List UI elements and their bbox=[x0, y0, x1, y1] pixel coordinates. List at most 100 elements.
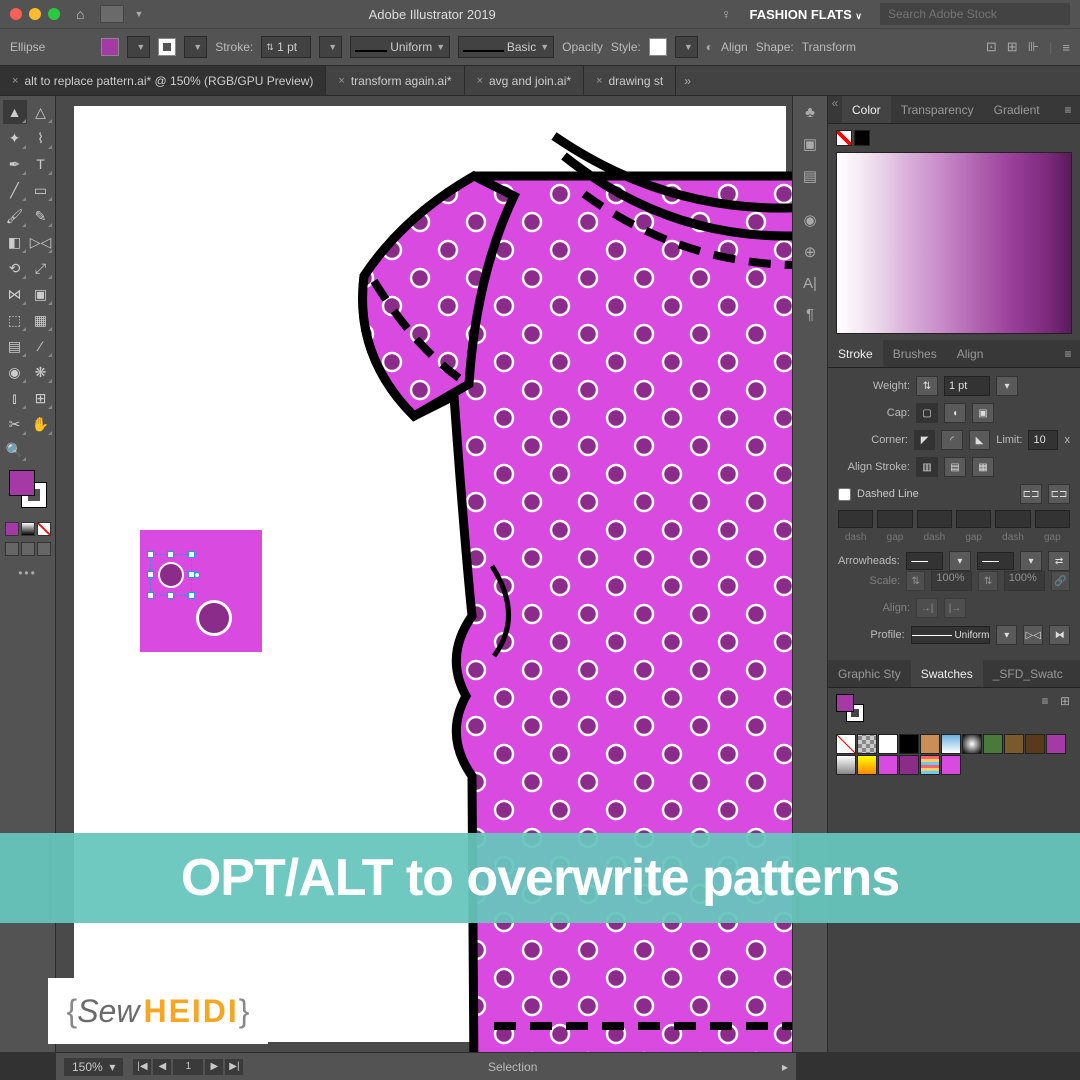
swatch[interactable] bbox=[920, 755, 940, 775]
home-icon[interactable]: ⌂ bbox=[76, 6, 84, 22]
arrange-documents[interactable] bbox=[100, 5, 124, 23]
tab-sfd-swatches[interactable]: _SFD_Swatc bbox=[983, 660, 1073, 687]
swatch[interactable] bbox=[836, 734, 856, 754]
panel-menu-icon[interactable]: ≡ bbox=[1056, 96, 1080, 123]
anchor-point[interactable] bbox=[194, 572, 200, 578]
align-pixel-icon[interactable]: ⊞ bbox=[1007, 39, 1018, 55]
flip-across[interactable]: ⧓ bbox=[1049, 625, 1070, 645]
color-none-swatch[interactable] bbox=[836, 130, 852, 146]
free-transform-tool[interactable]: ▣ bbox=[29, 282, 53, 306]
align-label[interactable]: Align bbox=[721, 40, 748, 54]
weight-stepper[interactable]: ⇅ bbox=[916, 376, 938, 396]
stroke-weight-stepper[interactable]: ⇅ 1 pt bbox=[261, 36, 311, 58]
style-dropdown[interactable]: ▼ bbox=[675, 36, 698, 58]
rotate-tool[interactable]: ⟲ bbox=[3, 256, 27, 280]
recolor-icon[interactable]: ◐ bbox=[706, 40, 713, 54]
weight-caret[interactable]: ▾ bbox=[996, 376, 1018, 396]
swatch[interactable] bbox=[878, 755, 898, 775]
flip-along[interactable]: ▷◁ bbox=[1023, 625, 1044, 645]
graphic-style[interactable] bbox=[649, 38, 667, 56]
dash-input[interactable] bbox=[838, 510, 873, 528]
color-black-swatch[interactable] bbox=[854, 130, 870, 146]
snap-icon[interactable]: ⊪ bbox=[1028, 39, 1039, 55]
swatch[interactable] bbox=[899, 755, 919, 775]
paragraph-icon[interactable]: ¶ bbox=[806, 306, 814, 323]
swatch[interactable] bbox=[941, 755, 961, 775]
swatch[interactable] bbox=[983, 734, 1003, 754]
pathfinder-icon[interactable]: ⊕ bbox=[804, 243, 817, 261]
tab-graphic-styles[interactable]: Graphic Sty bbox=[828, 660, 911, 687]
weight-input[interactable] bbox=[944, 376, 990, 396]
layout-caret[interactable]: ▼ bbox=[134, 9, 143, 19]
swatch[interactable] bbox=[920, 734, 940, 754]
swatch-fillstroke[interactable] bbox=[836, 694, 864, 722]
rectangle-tool[interactable]: ▭ bbox=[29, 178, 53, 202]
transform-label[interactable]: Transform bbox=[802, 40, 856, 54]
limit-input[interactable] bbox=[1028, 430, 1058, 450]
column-graph-tool[interactable]: ⫾ bbox=[3, 386, 27, 410]
layers-icon[interactable]: ▤ bbox=[803, 167, 817, 185]
color-mode-none[interactable] bbox=[37, 522, 51, 536]
swatch[interactable] bbox=[857, 755, 877, 775]
cap-round[interactable]: ◖ bbox=[944, 403, 966, 423]
tabs-overflow[interactable]: » bbox=[676, 74, 699, 88]
variable-width-profile[interactable]: Uniform▼ bbox=[350, 36, 450, 58]
first-artboard[interactable]: |◀ bbox=[133, 1059, 151, 1075]
dash-align[interactable]: ⊏⊐ bbox=[1048, 484, 1070, 504]
artboard-number[interactable]: 1 bbox=[173, 1059, 203, 1075]
eyedropper-tool[interactable]: ⁄ bbox=[29, 334, 53, 358]
fill-color[interactable] bbox=[101, 38, 119, 56]
magic-wand-tool[interactable]: ✦ bbox=[3, 126, 27, 150]
tab-transparency[interactable]: Transparency bbox=[891, 96, 984, 123]
brush-definition[interactable]: Basic▼ bbox=[458, 36, 554, 58]
type-tool[interactable]: T bbox=[29, 152, 53, 176]
paintbrush-tool[interactable]: 🖌 bbox=[3, 204, 27, 228]
grid-view-icon[interactable]: ⊞ bbox=[1058, 694, 1072, 708]
toolbox-more[interactable]: ••• bbox=[18, 566, 37, 580]
corner-miter[interactable]: ◤ bbox=[914, 430, 935, 450]
width-tool[interactable]: ⋈ bbox=[3, 282, 27, 306]
appearance-icon[interactable]: ◉ bbox=[803, 211, 816, 229]
doc-tab[interactable]: ×avg and join.ai* bbox=[465, 66, 585, 95]
swatch[interactable] bbox=[857, 734, 877, 754]
gap-input[interactable] bbox=[877, 510, 912, 528]
shape-builder-tool[interactable]: ⬚ bbox=[3, 308, 27, 332]
prev-artboard[interactable]: ◀ bbox=[153, 1059, 171, 1075]
swatch[interactable] bbox=[962, 734, 982, 754]
tab-color[interactable]: Color bbox=[842, 96, 891, 123]
profile-select[interactable]: Uniform bbox=[911, 626, 991, 644]
arrow-start[interactable] bbox=[906, 552, 943, 570]
symbol-sprayer-tool[interactable]: ❋ bbox=[29, 360, 53, 384]
character-icon[interactable]: A| bbox=[803, 275, 817, 292]
close-tab-icon[interactable]: × bbox=[338, 75, 344, 87]
cap-butt[interactable]: ▢ bbox=[916, 403, 938, 423]
gap-input[interactable] bbox=[956, 510, 991, 528]
align-center[interactable]: ▥ bbox=[916, 457, 938, 477]
swap-arrows[interactable]: ⇄ bbox=[1048, 551, 1070, 571]
close-tab-icon[interactable]: × bbox=[12, 75, 18, 87]
pencil-tool[interactable]: ✎ bbox=[29, 204, 53, 228]
fill-stroke-swatch[interactable] bbox=[9, 470, 47, 508]
tab-gradient[interactable]: Gradient bbox=[984, 96, 1050, 123]
tab-swatches[interactable]: Swatches bbox=[911, 660, 983, 687]
doc-tab-active[interactable]: ×alt to replace pattern.ai* @ 150% (RGB/… bbox=[0, 66, 326, 95]
stroke-dropdown[interactable]: ▼ bbox=[184, 36, 207, 58]
list-view-icon[interactable]: ≡ bbox=[1038, 694, 1052, 708]
lasso-tool[interactable]: ⌇ bbox=[29, 126, 53, 150]
slice-tool[interactable]: ✂ bbox=[3, 412, 27, 436]
blend-tool[interactable]: ◉ bbox=[3, 360, 27, 384]
color-mode-solid[interactable] bbox=[5, 522, 19, 536]
perspective-tool[interactable]: ▦ bbox=[29, 308, 53, 332]
dash-input[interactable] bbox=[995, 510, 1030, 528]
selection-bbox[interactable] bbox=[150, 554, 192, 596]
cap-projecting[interactable]: ▣ bbox=[972, 403, 994, 423]
draw-behind[interactable] bbox=[21, 542, 35, 556]
tab-brushes[interactable]: Brushes bbox=[883, 340, 947, 367]
swatch[interactable] bbox=[899, 734, 919, 754]
fill-swatch[interactable] bbox=[9, 470, 35, 496]
align-inside[interactable]: ▤ bbox=[944, 457, 966, 477]
maximize-window[interactable] bbox=[48, 8, 60, 20]
workspace-switcher[interactable]: FASHION FLATS ∨ bbox=[749, 7, 862, 22]
swatch[interactable] bbox=[1004, 734, 1024, 754]
corner-bevel[interactable]: ◣ bbox=[969, 430, 990, 450]
